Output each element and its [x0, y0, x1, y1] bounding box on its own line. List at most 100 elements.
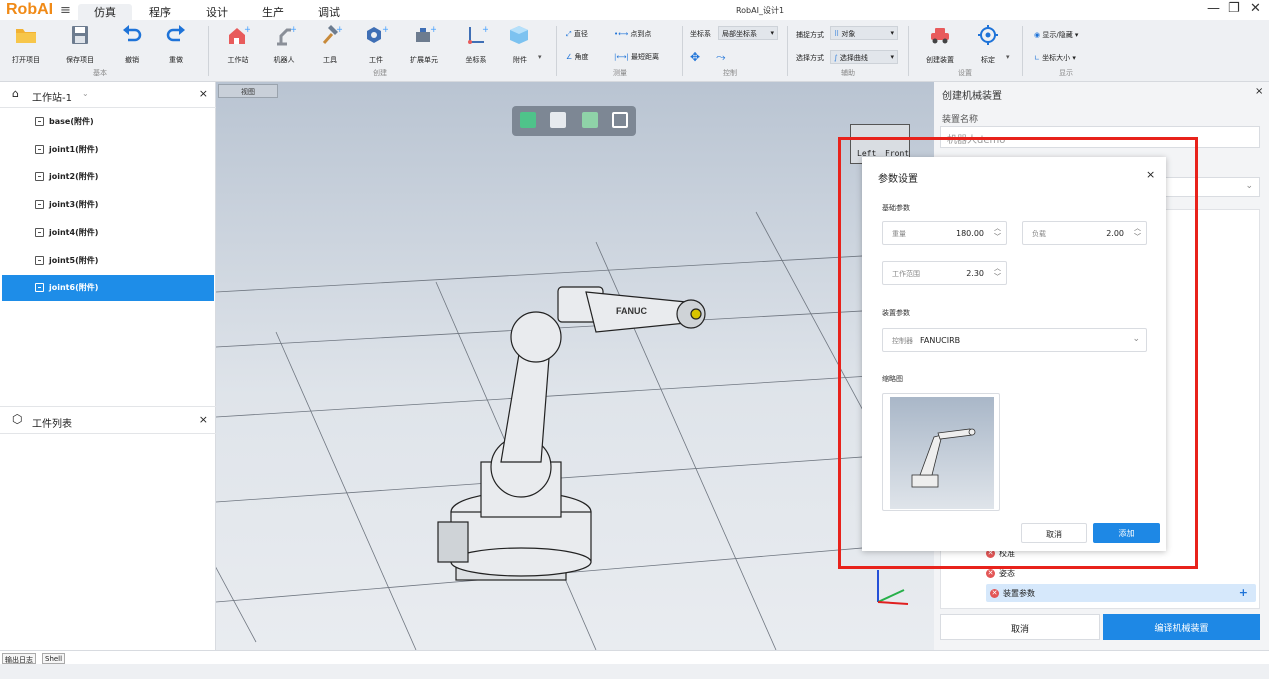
- restore-icon[interactable]: ❐: [1228, 1, 1240, 16]
- redo-icon: [166, 25, 185, 42]
- cube-outline-icon: ⬡: [12, 412, 23, 426]
- cancel-button[interactable]: 取消: [940, 614, 1100, 640]
- create-device-button[interactable]: 创建装置: [920, 24, 960, 65]
- station-title[interactable]: 工作站-1: [32, 89, 72, 104]
- point-to-point-icon: •⟷: [614, 30, 629, 38]
- expand-icon[interactable]: [35, 144, 44, 154]
- 3d-viewport[interactable]: 视图 Left Front FANUC: [216, 82, 934, 650]
- open-project-button[interactable]: 打开项目: [6, 24, 46, 65]
- close-icon[interactable]: ×: [1255, 86, 1263, 97]
- left-panel: ⌂ 工作站-1 ⌄ × base(附件) joint1(附件) joint2(附件)…: [0, 82, 216, 650]
- hamburger-menu-icon[interactable]: ≡: [60, 3, 71, 18]
- station-panel-header: ⌂ 工作站-1 ⌄ ×: [0, 82, 216, 108]
- divider: [787, 26, 788, 76]
- robot-arm-icon: +: [277, 25, 298, 46]
- curve-icon: ∫: [834, 54, 838, 62]
- robot-button[interactable]: + 机器人: [264, 24, 304, 65]
- attachment-button[interactable]: 附件: [500, 24, 540, 65]
- add-icon[interactable]: +: [1239, 586, 1248, 599]
- tool-button[interactable]: + 工具: [310, 24, 350, 65]
- tree-item[interactable]: joint1(附件): [2, 137, 214, 163]
- calibrate-dropdown-arrow[interactable]: ▾: [1006, 53, 1010, 61]
- nut-icon: +: [367, 25, 390, 43]
- panel-title: 创建机械装置: [942, 91, 1002, 102]
- divider: [1022, 26, 1023, 76]
- svg-text:+: +: [290, 25, 296, 35]
- station-button[interactable]: + 工作站: [218, 24, 258, 65]
- expand-icon[interactable]: [35, 227, 44, 237]
- tree-item[interactable]: joint4(附件): [2, 220, 214, 246]
- divider: [208, 26, 209, 76]
- ribbon-toolbar: 打开项目 保存项目 撤销 重做 基本 + 工作站 + 机器人 + 工具 + 工件…: [0, 20, 1269, 82]
- ext-unit-button[interactable]: + 扩展单元: [404, 24, 444, 65]
- rotate-axis-icon[interactable]: ⤳: [716, 50, 726, 65]
- angle-icon: ∠: [566, 53, 573, 61]
- chevron-down-icon: ▾: [890, 29, 894, 37]
- pose-row[interactable]: ✕ 姿态: [986, 568, 1015, 579]
- coord-system-label: 坐标系: [690, 30, 711, 38]
- title-bar: RobAI ≡ 仿真 程序 设计 生产 调试 RobAI_设计1 — ❐ ✕: [0, 0, 1269, 20]
- tree-item[interactable]: joint2(附件): [2, 164, 214, 190]
- cube-icon: [510, 26, 528, 44]
- measure-angle-button[interactable]: ∠ 角度: [566, 52, 589, 62]
- compile-device-button[interactable]: 编译机械装置: [1103, 614, 1260, 640]
- target-icon: [978, 25, 998, 45]
- shell-tab[interactable]: Shell: [42, 653, 66, 664]
- close-icon[interactable]: ×: [199, 87, 208, 100]
- expand-icon[interactable]: [35, 200, 44, 210]
- bottom-tabs-bar: 输出日志 Shell: [0, 650, 1269, 664]
- tree-item[interactable]: joint6(附件): [2, 275, 214, 302]
- grid-icon: ⠿: [834, 30, 840, 38]
- tree-item[interactable]: base(附件): [2, 109, 214, 135]
- folder-icon: [16, 29, 36, 43]
- expand-icon[interactable]: [35, 117, 44, 126]
- min-distance-icon: |⟷|: [614, 53, 629, 61]
- menu-tab-simulation[interactable]: 仿真: [78, 4, 132, 20]
- coord-size-button[interactable]: ∟ 坐标大小 ▾: [1034, 53, 1076, 63]
- station-icon: +: [229, 25, 252, 44]
- close-window-icon[interactable]: ✕: [1250, 1, 1261, 16]
- redo-button[interactable]: 重做: [156, 24, 196, 65]
- move-icon[interactable]: ✥: [690, 50, 700, 64]
- select-mode-select[interactable]: ∫ 选择曲线 ▾: [830, 50, 898, 64]
- robot-model[interactable]: FANUC: [426, 262, 726, 592]
- device-params-row[interactable]: ✕ 装置参数 +: [986, 584, 1256, 602]
- error-icon: ✕: [986, 569, 995, 578]
- close-icon[interactable]: ×: [199, 413, 208, 426]
- coord-system-button[interactable]: + 坐标系: [456, 24, 496, 65]
- chevron-down-icon: ⌄: [1245, 181, 1253, 191]
- axes-icon: +: [468, 25, 490, 44]
- menu-tab-program[interactable]: 程序: [138, 4, 182, 20]
- svg-text:+: +: [244, 25, 250, 35]
- error-icon: ✕: [990, 589, 999, 598]
- chevron-down-icon[interactable]: ⌄: [82, 89, 89, 98]
- expand-icon[interactable]: [35, 283, 44, 293]
- tree-item[interactable]: joint3(附件): [2, 192, 214, 218]
- svg-text:+: +: [336, 25, 342, 35]
- chevron-down-icon: ▾: [770, 29, 774, 37]
- output-log-tab[interactable]: 输出日志: [2, 653, 36, 664]
- coord-system-select[interactable]: 局部坐标系 ▾: [718, 26, 778, 40]
- menu-tab-debug[interactable]: 调试: [307, 4, 351, 20]
- diameter-icon: ⤢: [566, 30, 572, 38]
- workpiece-button[interactable]: + 工件: [356, 24, 396, 65]
- measure-min-distance-button[interactable]: |⟷| 最短距离: [614, 52, 659, 62]
- attachment-dropdown-arrow[interactable]: ▾: [538, 53, 542, 61]
- device-name-label: 装置名称: [942, 115, 979, 125]
- ext-unit-icon: +: [416, 25, 438, 42]
- minimize-icon[interactable]: —: [1207, 1, 1220, 16]
- tree-item[interactable]: joint5(附件): [2, 248, 214, 274]
- save-project-button[interactable]: 保存项目: [60, 24, 100, 65]
- menu-tab-design[interactable]: 设计: [195, 4, 239, 20]
- expand-icon[interactable]: [35, 255, 44, 265]
- app-logo: RobAI: [6, 1, 54, 18]
- show-hide-button[interactable]: ◉ 显示/隐藏 ▾: [1034, 30, 1078, 40]
- expand-icon[interactable]: [35, 172, 44, 182]
- calibrate-button[interactable]: 标定: [968, 24, 1008, 65]
- undo-button[interactable]: 撤销: [112, 24, 152, 65]
- capture-mode-select[interactable]: ⠿ 对象 ▾: [830, 26, 898, 40]
- axes-small-icon: ∟: [1034, 54, 1040, 62]
- measure-diameter-button[interactable]: ⤢ 直径: [566, 29, 588, 39]
- menu-tab-production[interactable]: 生产: [251, 4, 295, 20]
- measure-point-to-point-button[interactable]: •⟷ 点到点: [614, 29, 651, 39]
